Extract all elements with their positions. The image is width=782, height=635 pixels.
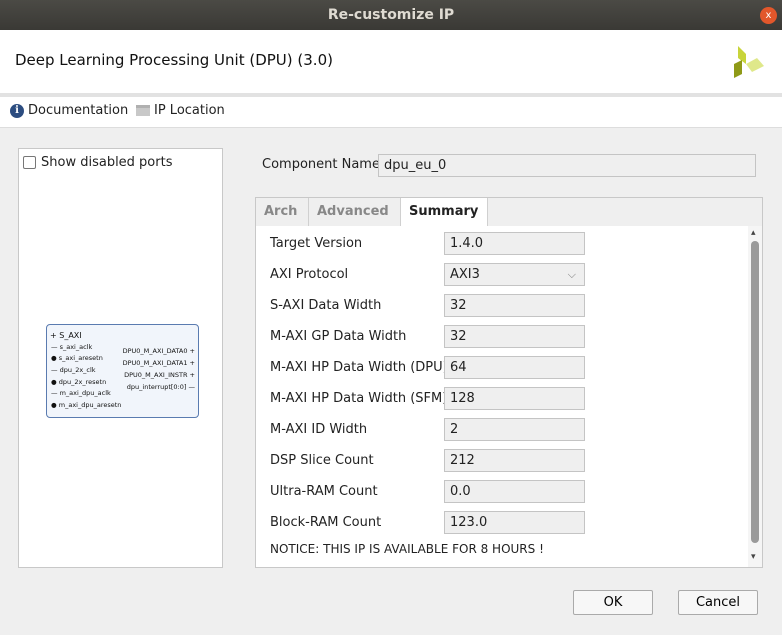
field-label: M-AXI HP Data Width (DPU) xyxy=(270,360,448,375)
documentation-link[interactable]: i Documentation xyxy=(10,103,128,118)
tab-panel: Arch Advanced Summary Target Version AXI… xyxy=(255,197,763,568)
info-icon: i xyxy=(10,103,24,118)
checkbox-box[interactable] xyxy=(23,156,36,169)
chevron-down-icon: ⌵ xyxy=(567,268,576,281)
field-label: Block-RAM Count xyxy=(270,515,382,530)
scrollbar[interactable]: ▴ ▾ xyxy=(748,226,762,567)
component-name-label: Component Name xyxy=(262,157,380,172)
port: ● m_axi_dpu_aresetn xyxy=(51,401,122,409)
documentation-label: Documentation xyxy=(28,103,129,118)
port: DPU0_M_AXI_DATA0 + xyxy=(122,347,195,355)
scroll-down-icon[interactable]: ▾ xyxy=(751,552,756,562)
ip-symbol-panel: Show disabled ports + S_AXI — s_axi_aclk… xyxy=(18,148,223,568)
port: — m_axi_dpu_aclk xyxy=(51,389,111,397)
field-label: M-AXI ID Width xyxy=(270,422,368,437)
xilinx-logo-icon xyxy=(734,46,764,78)
field-label: AXI Protocol xyxy=(270,267,349,282)
close-button[interactable]: x xyxy=(760,7,777,24)
s-axi-data-width-field[interactable] xyxy=(444,294,585,317)
m-axi-hp-sfm-field[interactable] xyxy=(444,387,585,410)
scroll-up-icon[interactable]: ▴ xyxy=(751,228,756,238)
cancel-button[interactable]: Cancel xyxy=(678,590,758,615)
ip-location-label: IP Location xyxy=(154,103,225,118)
axi-protocol-select[interactable]: AXI3 ⌵ xyxy=(444,263,585,286)
tab-arch[interactable]: Arch xyxy=(256,198,309,227)
select-value: AXI3 xyxy=(450,267,480,282)
tab-advanced[interactable]: Advanced xyxy=(309,198,401,227)
field-label: DSP Slice Count xyxy=(270,453,374,468)
port: — dpu_2x_clk xyxy=(51,366,96,374)
target-version-field[interactable] xyxy=(444,232,585,255)
scrollbar-thumb[interactable] xyxy=(751,241,759,543)
summary-content: Target Version AXI Protocol AXI3 ⌵ S-AXI … xyxy=(256,226,762,567)
port: ● dpu_2x_resetn xyxy=(51,378,107,386)
port-s-axi: + S_AXI xyxy=(50,331,82,340)
port: ● s_axi_aresetn xyxy=(51,354,103,362)
field-label: Target Version xyxy=(270,236,363,251)
block-ram-count-field[interactable] xyxy=(444,511,585,534)
checkbox-label: Show disabled ports xyxy=(41,155,173,170)
ip-location-link[interactable]: IP Location xyxy=(136,103,225,118)
show-disabled-ports-checkbox[interactable]: Show disabled ports xyxy=(23,155,172,170)
field-label: S-AXI Data Width xyxy=(270,298,382,313)
header: Deep Learning Processing Unit (DPU) (3.0… xyxy=(0,30,782,93)
m-axi-hp-dpu-field[interactable] xyxy=(444,356,585,379)
ip-block-diagram: + S_AXI — s_axi_aclk ● s_axi_aresetn — d… xyxy=(46,324,199,418)
ultra-ram-count-field[interactable] xyxy=(444,480,585,503)
field-label: Ultra-RAM Count xyxy=(270,484,378,499)
port: — s_axi_aclk xyxy=(51,343,93,351)
m-axi-id-width-field[interactable] xyxy=(444,418,585,441)
port: DPU0_M_AXI_INSTR + xyxy=(124,371,195,379)
m-axi-gp-data-width-field[interactable] xyxy=(444,325,585,348)
folder-icon xyxy=(136,105,150,116)
component-name-input[interactable] xyxy=(378,154,756,177)
title-bar: Re-customize IP xyxy=(0,0,782,30)
port: DPU0_M_AXI_DATA1 + xyxy=(122,359,195,367)
window-title: Re-customize IP xyxy=(327,7,455,23)
tab-summary[interactable]: Summary xyxy=(401,198,488,227)
dsp-slice-count-field[interactable] xyxy=(444,449,585,472)
port: dpu_interrupt[0:0] — xyxy=(126,383,195,391)
field-label: M-AXI GP Data Width xyxy=(270,329,407,344)
toolbar: i Documentation IP Location xyxy=(0,97,782,128)
ok-button[interactable]: OK xyxy=(573,590,653,615)
notice-text: NOTICE: THIS IP IS AVAILABLE FOR 8 HOURS… xyxy=(270,542,544,556)
field-label: M-AXI HP Data Width (SFM) xyxy=(270,391,448,406)
ip-title: Deep Learning Processing Unit (DPU) (3.0… xyxy=(15,51,333,69)
